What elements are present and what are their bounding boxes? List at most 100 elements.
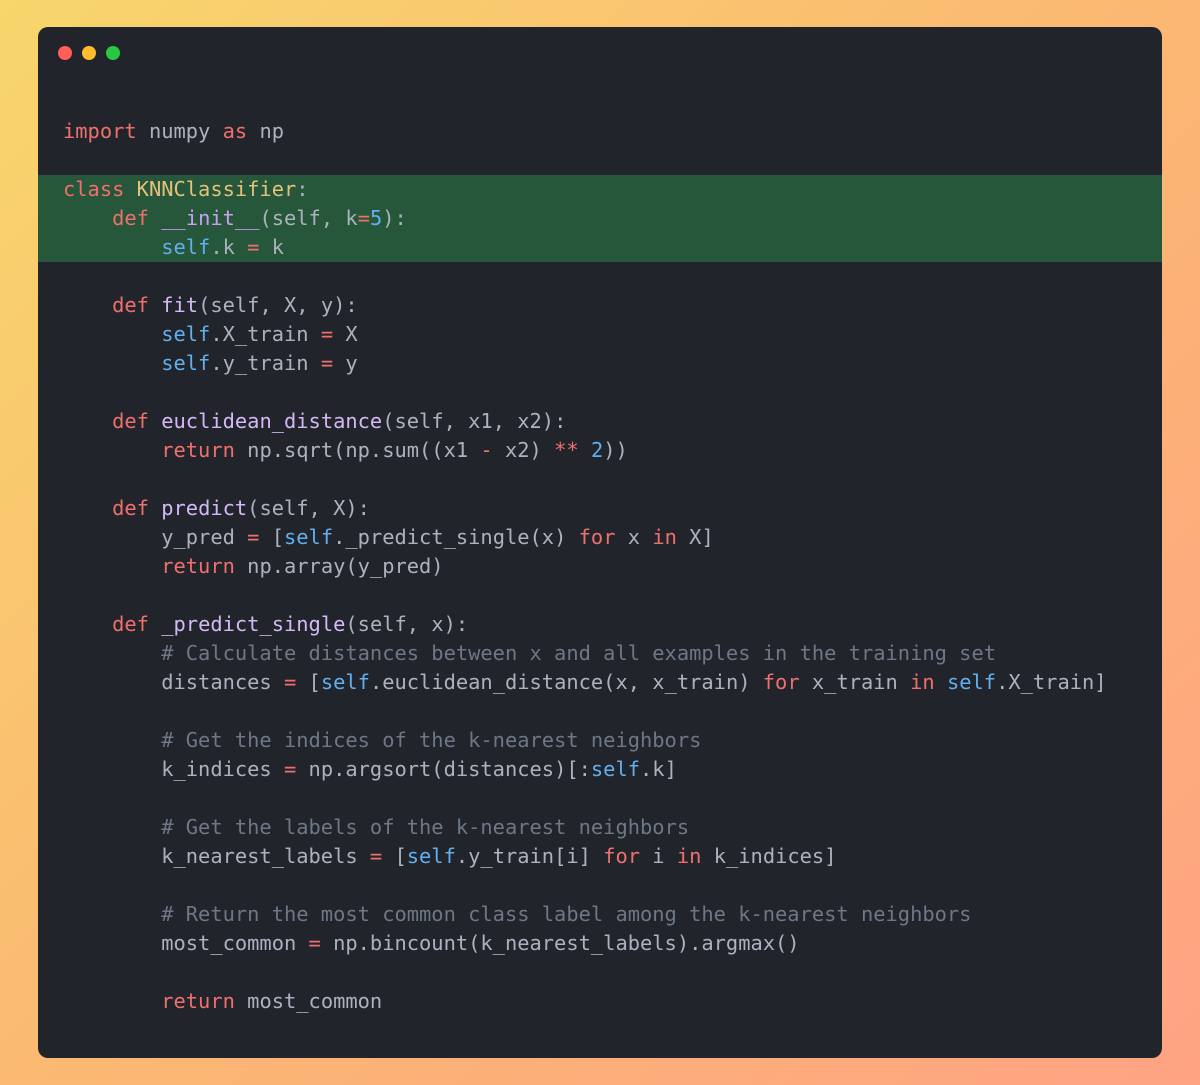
code-token: ): <box>382 206 407 230</box>
code-token: np.array(y_pred) <box>234 554 444 578</box>
code-line: class KNNClassifier: <box>38 175 1162 204</box>
code-token: (self, k <box>259 206 358 230</box>
code-token: (self, x): <box>345 612 469 636</box>
code-token: [ <box>296 670 321 694</box>
code-token: return <box>161 989 235 1013</box>
code-line: import numpy as np <box>38 117 1162 146</box>
code-line: # Calculate distances between x and all … <box>38 639 1162 668</box>
code-token: x_train <box>799 670 911 694</box>
code-line: self.k = k <box>38 233 1162 262</box>
code-token: = <box>320 322 334 346</box>
maximize-dot-icon[interactable] <box>106 46 120 60</box>
code-token: .X_train <box>210 322 321 346</box>
code-token: ._predict_single(x) <box>333 525 579 549</box>
code-line: # Get the indices of the k-nearest neigh… <box>38 726 1162 755</box>
code-token: self <box>946 670 997 694</box>
code-token: for <box>603 844 641 868</box>
code-token: most_common <box>63 931 309 955</box>
code-token: = <box>283 670 297 694</box>
code-token: .y_train <box>210 351 321 375</box>
window-titlebar <box>38 27 1162 87</box>
minimize-dot-icon[interactable] <box>82 46 96 60</box>
code-block: import numpy as np class KNNClassifier: … <box>38 117 1162 1016</box>
code-token: : <box>296 177 309 201</box>
code-token: ** <box>554 438 579 462</box>
code-line: # Return the most common class label amo… <box>38 900 1162 929</box>
code-token: i <box>640 844 677 868</box>
code-token: k_indices] <box>701 844 837 868</box>
code-token: [ <box>259 525 284 549</box>
code-token: [ <box>382 844 407 868</box>
code-token: 2 <box>590 438 604 462</box>
code-token: x2) <box>492 438 555 462</box>
code-line: y_pred = [self._predict_single(x) for x … <box>38 523 1162 552</box>
code-token: k_nearest_labels <box>63 844 370 868</box>
code-token: self <box>320 670 370 694</box>
code-token: return <box>161 554 235 578</box>
code-token: = <box>357 206 370 230</box>
code-token: - <box>480 438 493 462</box>
code-token: distances <box>63 670 284 694</box>
code-token: = <box>320 351 334 375</box>
code-token: X] <box>676 525 714 549</box>
code-line: most_common = np.bincount(k_nearest_labe… <box>38 929 1162 958</box>
code-token: = <box>247 525 260 549</box>
code-line: def fit(self, X, y): <box>38 291 1162 320</box>
code-token: class <box>63 177 125 201</box>
code-token: .k] <box>640 757 677 781</box>
code-token: for <box>762 670 800 694</box>
code-token: KNNClassifier <box>136 177 297 201</box>
code-token: (self, x1, x2): <box>382 409 567 433</box>
code-line: self.X_train = X <box>38 320 1162 349</box>
code-token: import <box>63 119 137 143</box>
code-token: .X_train] <box>996 670 1107 694</box>
close-dot-icon[interactable] <box>58 46 72 60</box>
code-line: distances = [self.euclidean_distance(x, … <box>38 668 1162 697</box>
code-line: def _predict_single(self, x): <box>38 610 1162 639</box>
code-token: in <box>910 670 935 694</box>
code-token: def <box>112 612 149 636</box>
code-token: # Calculate distances between x and all … <box>161 641 997 665</box>
code-token: = <box>283 757 297 781</box>
code-token: .k <box>210 235 248 259</box>
code-line: self.y_train = y <box>38 349 1162 378</box>
code-token: return <box>161 438 235 462</box>
code-token: __init__ <box>161 206 260 230</box>
code-token: as <box>222 119 248 143</box>
code-token: np.argsort(distances)[: <box>296 757 591 781</box>
code-line: return np.array(y_pred) <box>38 552 1162 581</box>
code-token: _predict_single <box>161 612 346 636</box>
code-token: 5 <box>369 206 383 230</box>
code-line: k_indices = np.argsort(distances)[:self.… <box>38 755 1162 784</box>
code-token: (self, X): <box>247 496 370 520</box>
code-token: # Get the indices of the k-nearest neigh… <box>161 728 702 752</box>
code-line: def euclidean_distance(self, x1, x2): <box>38 407 1162 436</box>
code-window: import numpy as np class KNNClassifier: … <box>38 27 1162 1058</box>
code-token: x <box>615 525 653 549</box>
code-token: k_indices <box>63 757 284 781</box>
code-token: = <box>308 931 321 955</box>
code-token: predict <box>161 496 248 520</box>
